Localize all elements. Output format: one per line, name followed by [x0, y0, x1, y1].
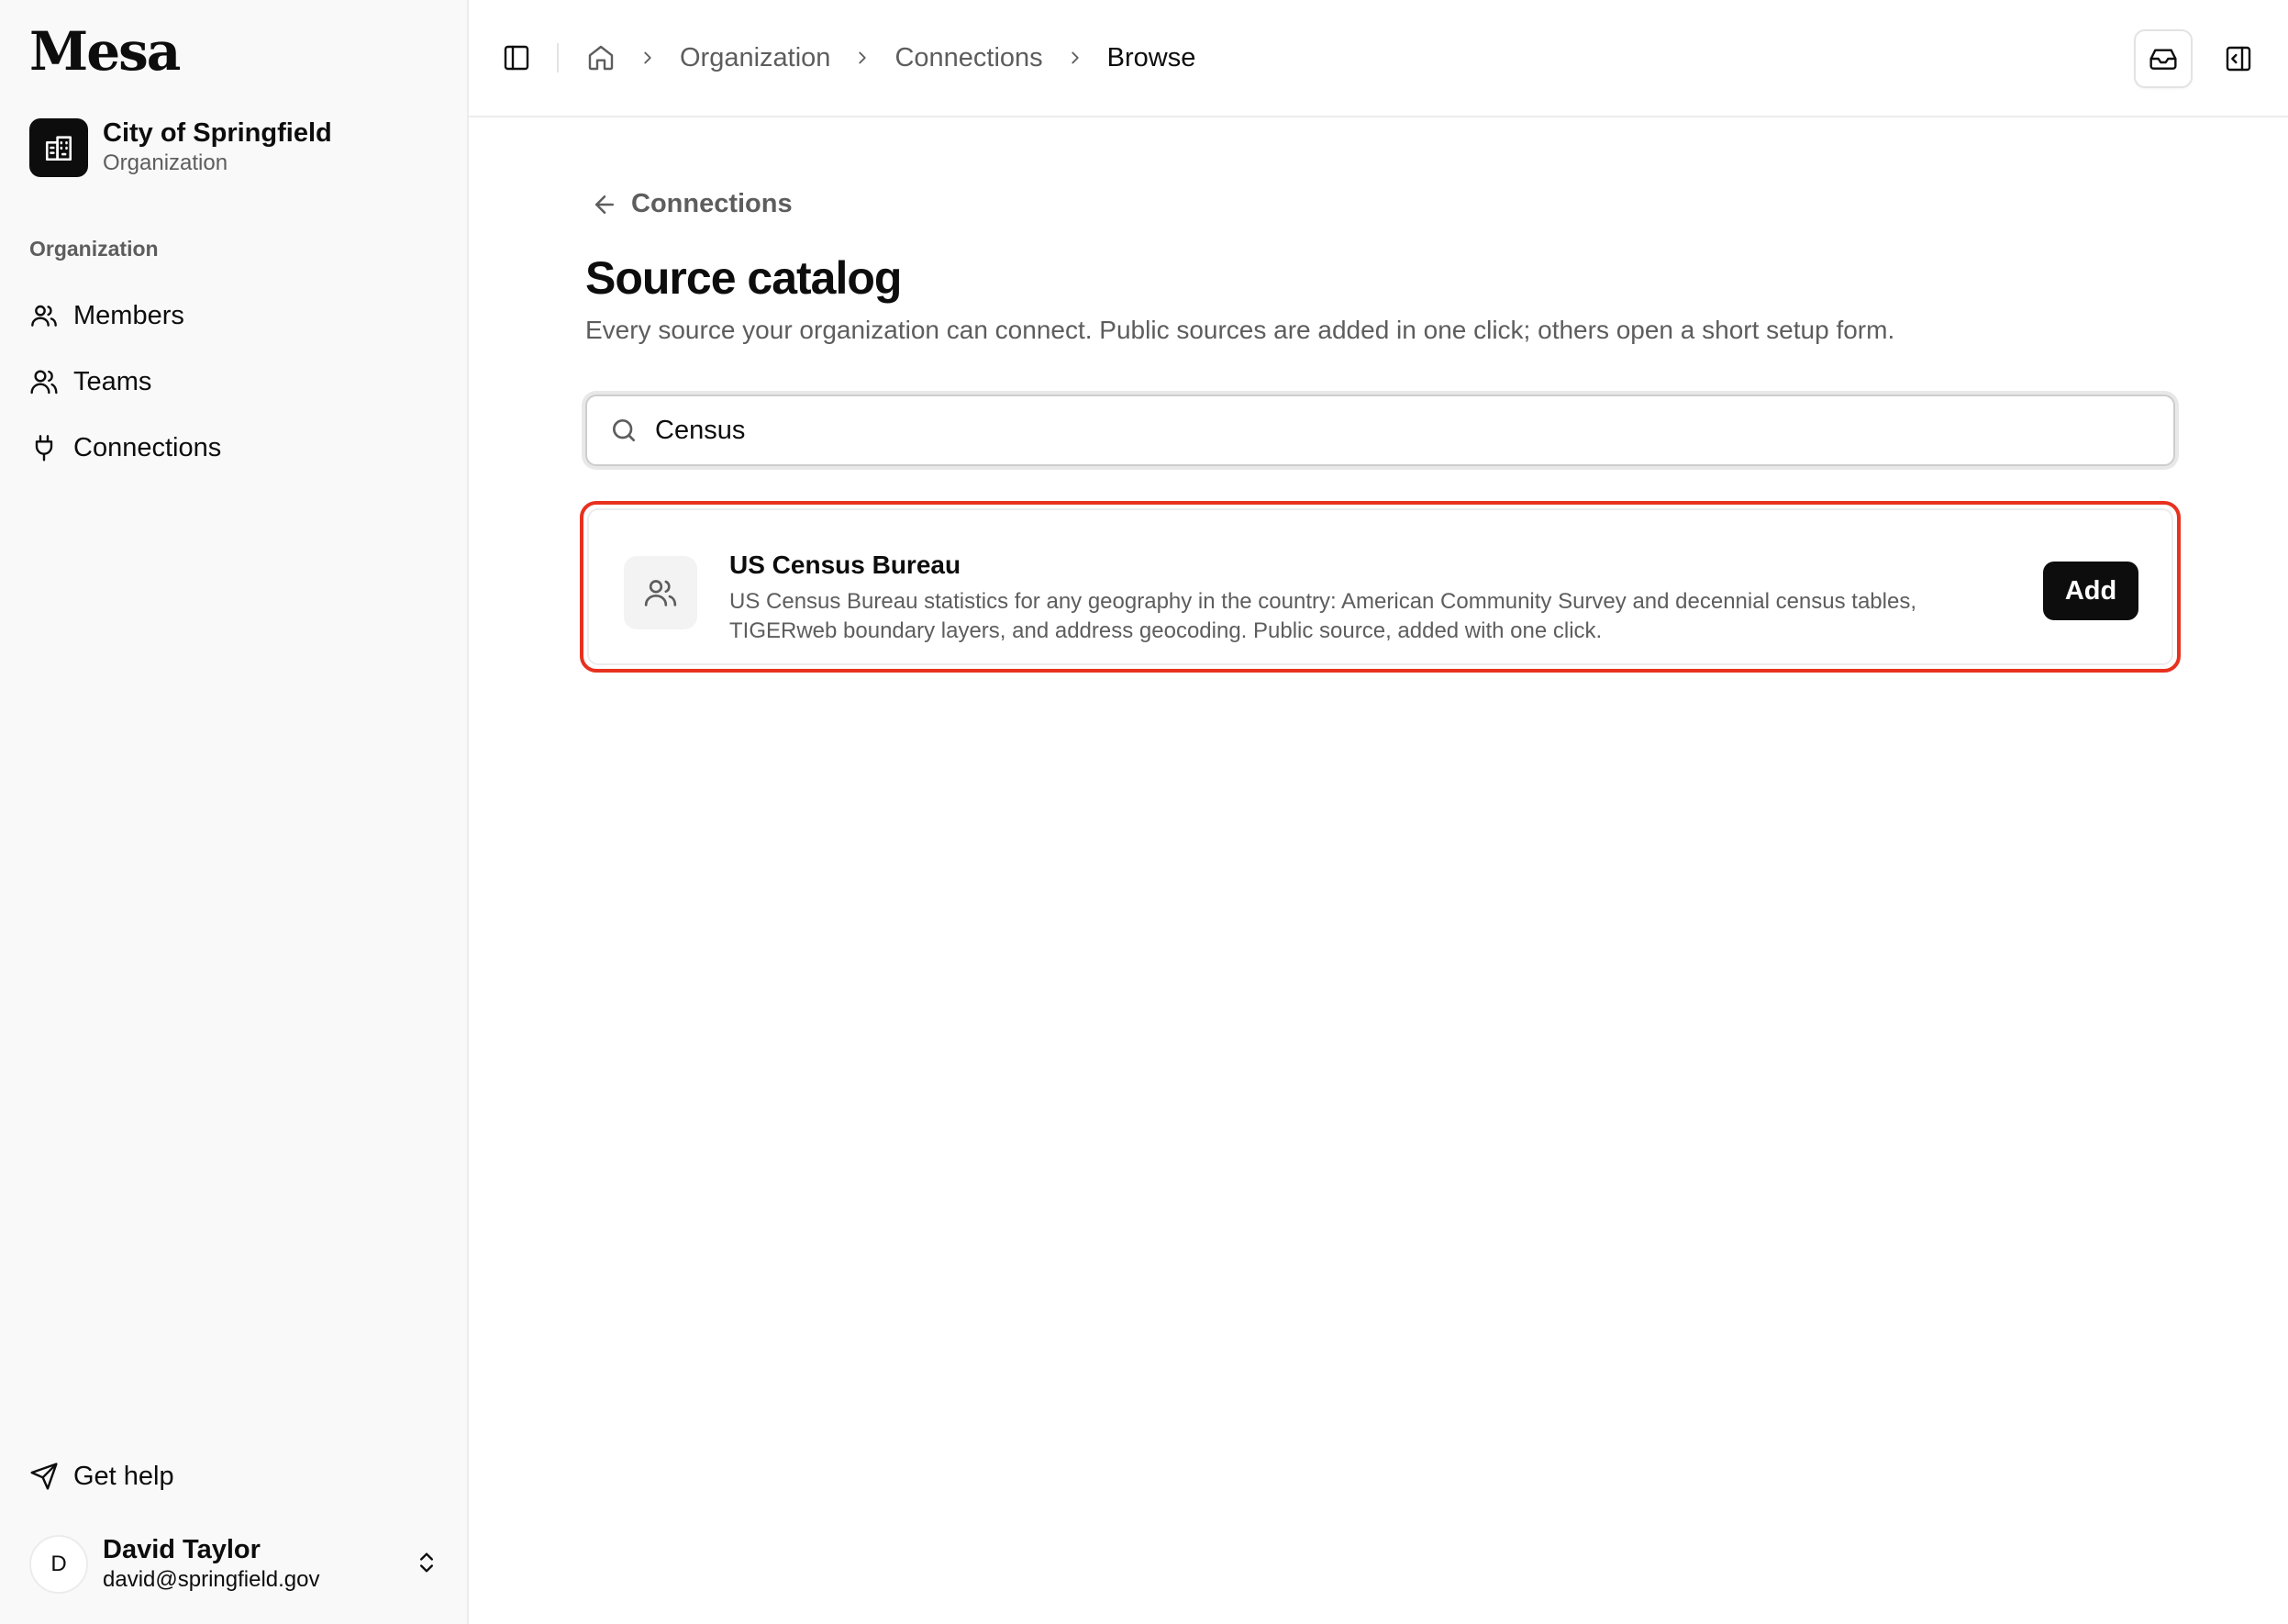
source-result-card: US Census Bureau US Census Bureau statis… — [580, 501, 2181, 673]
search-input[interactable] — [655, 415, 2151, 446]
sidebar: Mesa City of Springfield Organization Or… — [0, 0, 469, 1624]
avatar: D — [29, 1535, 88, 1594]
chevron-right-icon — [1043, 48, 1107, 68]
plug-icon — [35, 435, 53, 462]
building-icon — [29, 118, 88, 177]
divider — [557, 43, 559, 72]
sidebar-item-members[interactable]: Members — [29, 283, 439, 349]
sidebar-item-label: Teams — [73, 366, 152, 396]
user-name: David Taylor — [103, 1535, 261, 1564]
page-title: Source catalog — [585, 252, 902, 304]
org-switcher[interactable]: City of Springfield Organization — [29, 117, 332, 178]
top-bar: Organization Connections Browse — [469, 0, 2288, 117]
sidebar-item-connections[interactable]: Connections — [29, 415, 439, 481]
breadcrumb-organization[interactable]: Organization — [680, 43, 830, 73]
page-description: Every source your organization can conne… — [585, 316, 1895, 344]
source-description: US Census Bureau statistics for any geog… — [729, 589, 1916, 643]
back-link-label: Connections — [631, 189, 793, 218]
arrow-left-icon — [595, 195, 614, 214]
list-item: US Census Bureau US Census Bureau statis… — [587, 508, 2173, 665]
sidebar-item-label: Connections — [73, 432, 222, 462]
sidebar-item-teams[interactable]: Teams — [29, 349, 439, 415]
toggle-sidebar-icon[interactable] — [502, 43, 531, 72]
main-area: Organization Connections Browse Connecti… — [469, 0, 2288, 1624]
toggle-right-panel-icon[interactable] — [2224, 44, 2253, 73]
get-help-label: Get help — [73, 1461, 174, 1491]
chevrons-up-down-icon[interactable] — [414, 1550, 439, 1580]
org-type: Organization — [103, 150, 228, 175]
inbox-icon — [2149, 49, 2177, 70]
add-source-button[interactable]: Add — [2043, 562, 2138, 620]
app-root: Mesa City of Springfield Organization Or… — [0, 0, 2288, 1624]
teams-icon — [30, 370, 58, 395]
breadcrumb-connections[interactable]: Connections — [894, 43, 1042, 73]
breadcrumb: Organization Connections Browse — [586, 43, 1195, 73]
back-to-connections-link[interactable]: Connections — [591, 189, 793, 219]
app-logo[interactable]: Mesa — [29, 20, 181, 83]
user-email: david@springfield.gov — [103, 1567, 320, 1592]
sidebar-nav: Members Teams Connections — [29, 283, 439, 481]
send-icon — [30, 1463, 58, 1490]
get-help-link[interactable]: Get help — [29, 1453, 174, 1499]
chevron-right-icon — [830, 48, 894, 68]
org-name: City of Springfield — [103, 118, 332, 148]
source-name: US Census Bureau — [729, 551, 961, 579]
inbox-button[interactable] — [2134, 29, 2193, 88]
users-icon — [624, 556, 697, 629]
search-box[interactable] — [585, 395, 2175, 466]
members-icon — [31, 305, 57, 327]
user-menu[interactable]: D David Taylor david@springfield.gov — [29, 1534, 439, 1595]
chevron-right-icon — [616, 48, 680, 68]
home-icon[interactable] — [586, 43, 616, 72]
sidebar-section-label: Organization — [29, 237, 159, 261]
breadcrumb-browse: Browse — [1106, 42, 1196, 72]
sidebar-item-label: Members — [73, 300, 184, 330]
search-icon — [613, 419, 635, 441]
